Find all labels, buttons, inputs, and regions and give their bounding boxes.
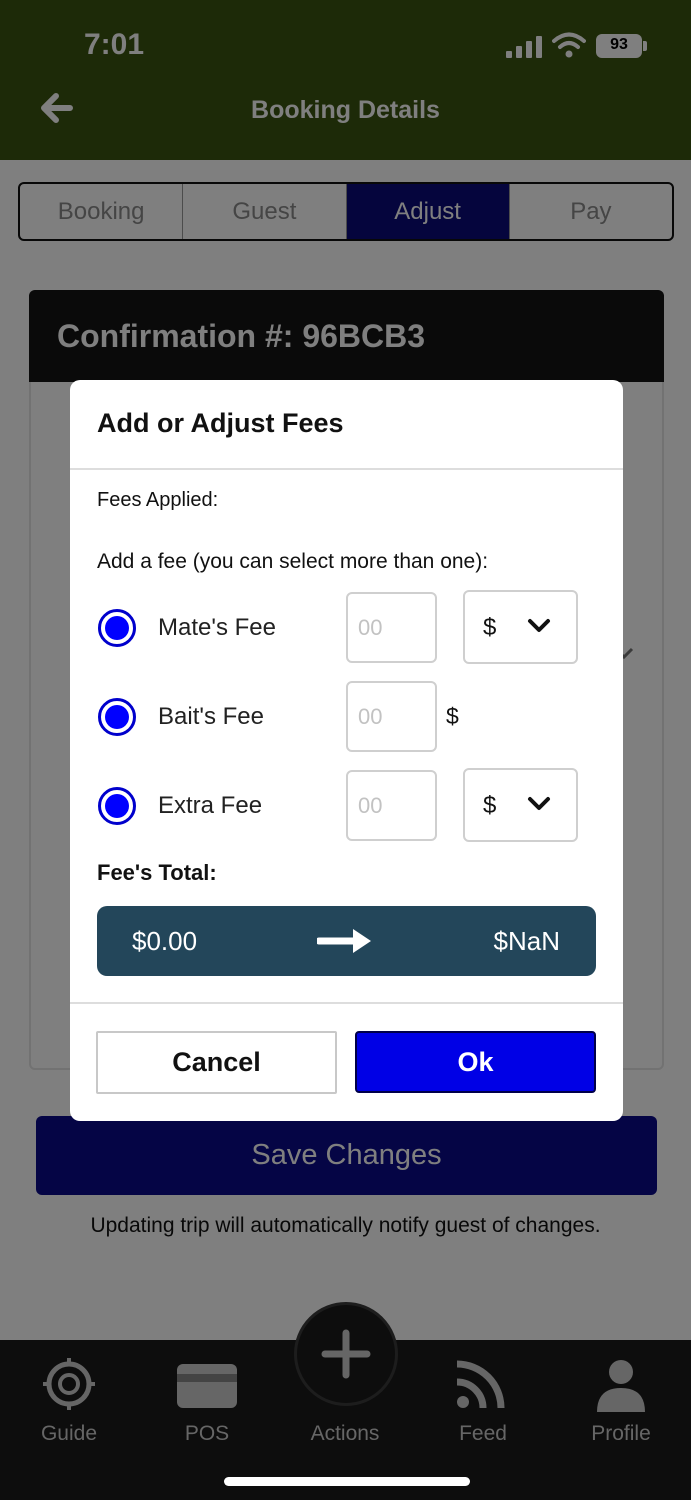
divider	[70, 1002, 623, 1004]
currency-value: $	[483, 792, 497, 819]
chevron-down-icon	[528, 797, 550, 810]
ok-button[interactable]: Ok	[355, 1031, 596, 1093]
total-old-value: $0.00	[132, 926, 198, 956]
radio-dot	[105, 705, 129, 729]
extra-fee-amount-input[interactable]	[346, 770, 437, 841]
currency-value: $	[483, 614, 497, 641]
mates-fee-radio[interactable]	[98, 609, 136, 647]
mates-fee-currency-select[interactable]: $	[463, 590, 578, 664]
baits-fee-amount-input[interactable]	[346, 681, 437, 752]
extra-fee-currency-select[interactable]: $	[463, 768, 578, 842]
modal-title: Add or Adjust Fees	[97, 408, 344, 438]
divider	[70, 468, 623, 470]
fee-row-baits: Bait's Fee $	[70, 681, 623, 753]
fees-total-label: Fee's Total:	[97, 860, 217, 885]
currency-label: $	[446, 703, 459, 729]
total-new-value: $NaN	[493, 926, 560, 956]
radio-dot	[105, 794, 129, 818]
fees-applied-label: Fees Applied:	[97, 489, 219, 511]
fee-name: Bait's Fee	[158, 703, 264, 730]
fee-name: Mate's Fee	[158, 614, 276, 641]
cancel-button[interactable]: Cancel	[96, 1031, 337, 1094]
fee-name: Extra Fee	[158, 792, 263, 819]
fee-row-mates: Mate's Fee $	[70, 590, 623, 664]
fees-modal: Add or Adjust Fees Fees Applied: Add a f…	[70, 380, 623, 1121]
chevron-down-icon	[528, 619, 550, 632]
add-fee-label: Add a fee (you can select more than one)…	[97, 550, 489, 573]
radio-dot	[105, 616, 129, 640]
fees-total-bar: $0.00 $NaN	[97, 906, 596, 976]
mates-fee-amount-input[interactable]	[346, 592, 437, 663]
arrow-right-icon	[317, 929, 371, 953]
home-indicator[interactable]	[224, 1477, 470, 1486]
fee-row-extra: Extra Fee $	[70, 768, 623, 842]
baits-fee-radio[interactable]	[98, 698, 136, 736]
extra-fee-radio[interactable]	[98, 787, 136, 825]
